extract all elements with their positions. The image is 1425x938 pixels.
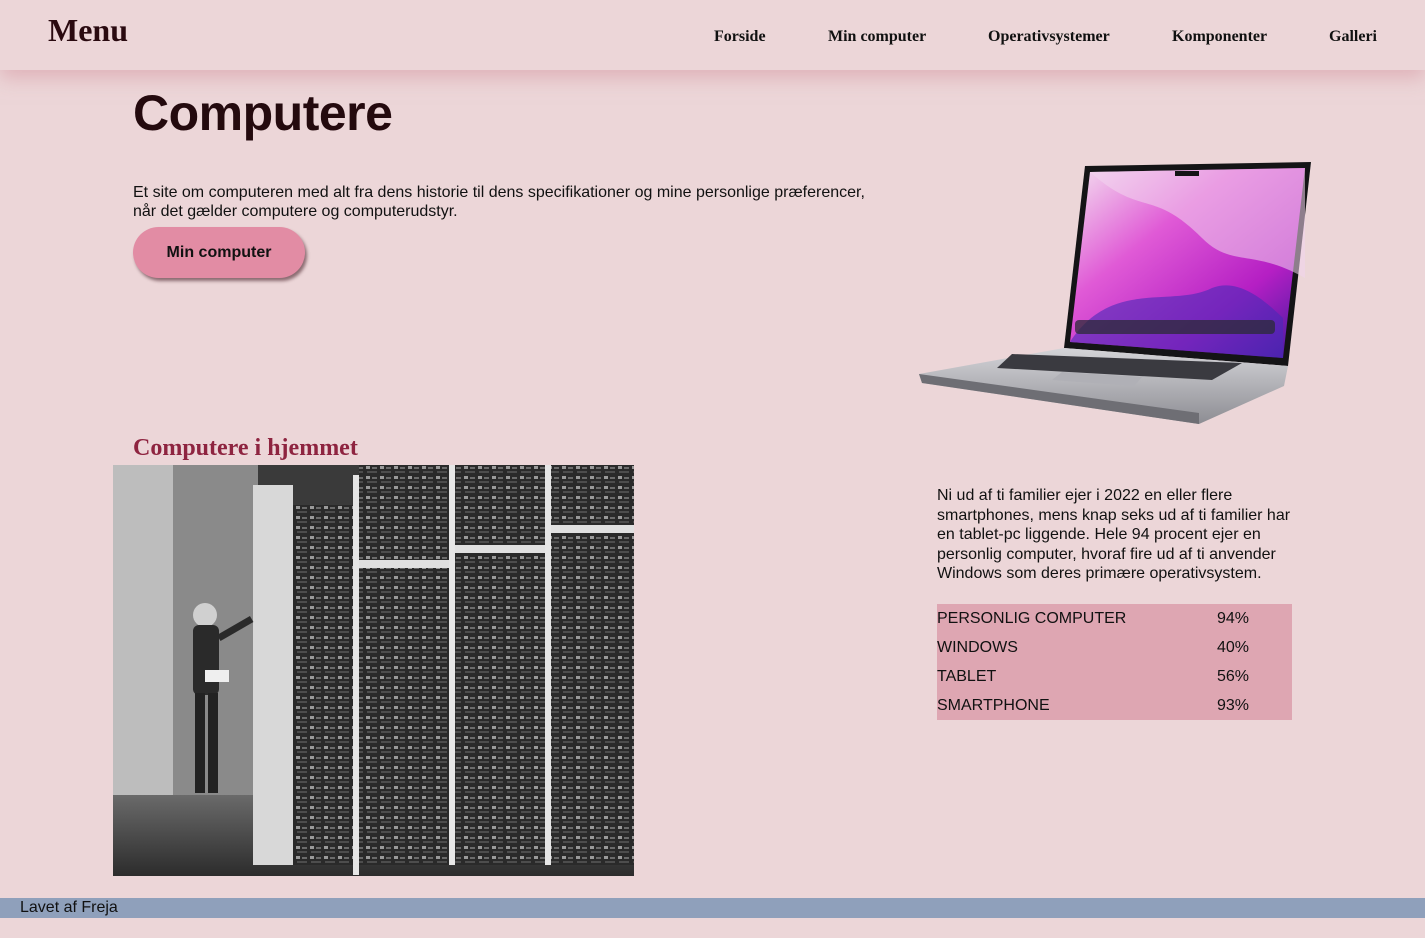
stat-label: TABLET (937, 667, 997, 685)
statistics-paragraph: Ni ud af ti familier ejer i 2022 en elle… (937, 487, 1291, 582)
table-row: PERSONLIG COMPUTER 94% (937, 604, 1292, 633)
main-nav: Forside Min computer Operativsystemer Ko… (0, 28, 1425, 48)
stat-label: WINDOWS (937, 638, 1018, 656)
stat-label: PERSONLIG COMPUTER (937, 609, 1127, 627)
stat-value: 56% (1217, 667, 1250, 685)
table-row: SMARTPHONE 93% (937, 691, 1292, 720)
footer-credit: Lavet af Freja (20, 899, 118, 916)
nav-link-komponenter[interactable]: Komponenter (1172, 28, 1267, 46)
vintage-computer-photo (113, 465, 634, 876)
nav-link-forside[interactable]: Forside (714, 28, 766, 46)
nav-link-galleri[interactable]: Galleri (1329, 28, 1377, 46)
stat-value: 40% (1217, 638, 1250, 656)
top-navigation-bar: Menu Forside Min computer Operativsystem… (0, 0, 1425, 70)
stat-value: 94% (1217, 609, 1250, 627)
statistics-table: PERSONLIG COMPUTER 94% WINDOWS 40% TABLE… (937, 604, 1292, 720)
page-title: Computere (133, 85, 393, 141)
nav-link-min-computer[interactable]: Min computer (828, 28, 926, 46)
laptop-image (919, 162, 1311, 424)
stat-label: SMARTPHONE (937, 696, 1050, 714)
intro-text: Et site om computeren med alt fra dens h… (133, 184, 865, 220)
nav-link-operativsystemer[interactable]: Operativsystemer (988, 28, 1110, 46)
page-footer: Lavet af Freja (0, 898, 1425, 918)
stat-value: 93% (1217, 696, 1250, 714)
table-row: TABLET 56% (937, 662, 1292, 691)
section-heading: Computere i hjemmet (133, 435, 358, 461)
table-row: WINDOWS 40% (937, 633, 1292, 662)
min-computer-button[interactable]: Min computer (133, 227, 305, 278)
